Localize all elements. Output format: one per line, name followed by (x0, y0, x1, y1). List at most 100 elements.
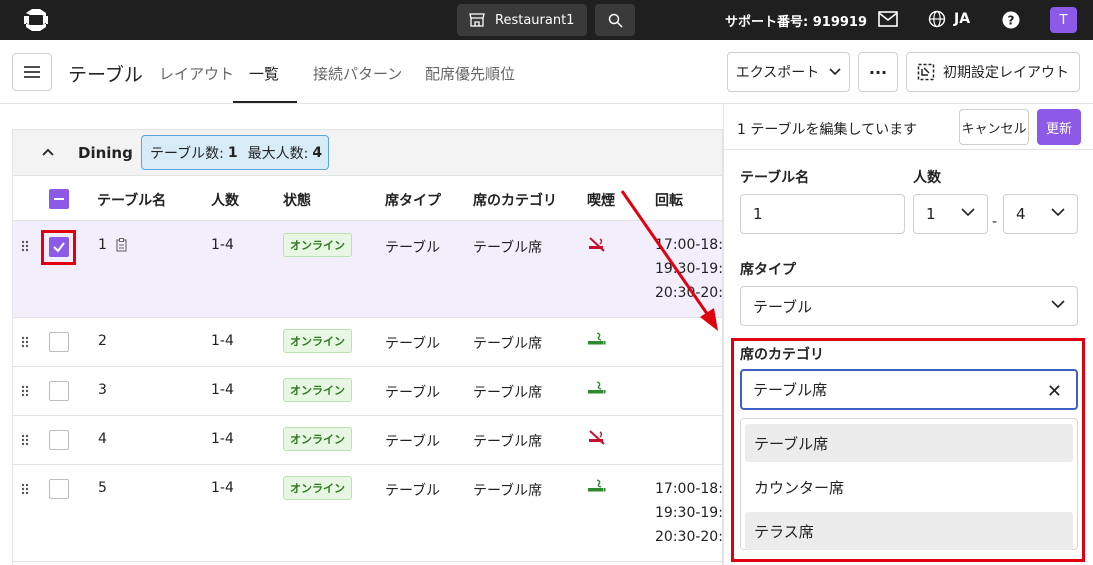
table-capacity: 1-4 (211, 480, 234, 496)
layout-reset-icon (917, 63, 935, 81)
table-list: Dining テーブル数: 1 最大人数: 4 テーブル名 人数 状態 席タイプ… (12, 129, 723, 565)
tab-seating-priority[interactable]: 配席優先順位 (425, 63, 515, 84)
rotation-time: 17:00-18:0 (655, 237, 723, 253)
active-tab-indicator (233, 101, 297, 103)
column-header-category[interactable]: 席のカテゴリ (473, 190, 557, 210)
capacity-max-select[interactable]: 4 (1003, 194, 1078, 234)
cancel-button[interactable]: キャンセル (959, 109, 1029, 145)
smoking-icon (588, 332, 606, 345)
hamburger-icon (24, 66, 40, 78)
drag-handle-icon[interactable] (21, 483, 29, 495)
seat-type-select[interactable]: テーブル (740, 286, 1078, 326)
table-capacity: 1-4 (211, 333, 234, 349)
column-header-name[interactable]: テーブル名 (97, 190, 166, 210)
column-header-seat-type[interactable]: 席タイプ (385, 190, 441, 210)
category-option[interactable]: テラス席 (745, 512, 1073, 550)
table-name-label: テーブル名 (740, 170, 810, 186)
status-badge: オンライン (283, 329, 352, 353)
drag-handle-icon[interactable] (21, 385, 29, 397)
restaurant-selector[interactable]: Restaurant1 (457, 4, 587, 36)
category-combobox[interactable]: テーブル席 ✕ (740, 369, 1078, 410)
column-header-status[interactable]: 状態 (283, 190, 311, 210)
category-value: テーブル席 (753, 381, 828, 399)
hamburger-menu-button[interactable] (12, 53, 52, 91)
table-name-input[interactable]: 1 (740, 194, 905, 234)
seat-type: テーブル (385, 240, 441, 256)
category-option[interactable]: カウンター席 (745, 468, 1073, 506)
row-checkbox[interactable] (49, 332, 69, 352)
editing-status-text: 1 テーブルを編集しています (737, 122, 918, 138)
help-icon[interactable]: ? (1002, 11, 1020, 29)
indeterminate-icon (54, 198, 64, 200)
globe-icon (928, 10, 946, 28)
capacity-min-value: 1 (926, 205, 936, 223)
drag-handle-icon[interactable] (21, 240, 29, 252)
seat-category: テーブル席 (473, 385, 543, 401)
select-all-checkbox[interactable] (49, 189, 69, 209)
column-header-smoking[interactable]: 喫煙 (587, 190, 615, 210)
table-count-value: 1 (227, 144, 238, 161)
status-badge: オンライン (283, 233, 352, 257)
column-header-capacity[interactable]: 人数 (211, 190, 239, 210)
chevron-down-icon (1051, 208, 1065, 217)
language-label: JA (954, 11, 971, 27)
group-summary-badge: テーブル数: 1 最大人数: 4 (141, 135, 329, 170)
table-row[interactable]: 1 1-4 オンライン テーブル テーブル席 17:00-18:0 19:30-… (13, 221, 723, 318)
capacity-min-select[interactable]: 1 (913, 194, 988, 234)
top-bar: Restaurant1 サポート番号: 919919 JA ? T (0, 0, 1093, 40)
tab-connection-pattern[interactable]: 接続パターン (313, 63, 402, 84)
export-button[interactable]: エクスポート (727, 52, 850, 92)
row-checkbox[interactable] (49, 479, 69, 499)
seat-type-label: 席タイプ (740, 262, 796, 278)
table-capacity: 1-4 (211, 237, 234, 253)
tab-list[interactable]: 一覧 (249, 63, 279, 84)
search-icon (608, 13, 623, 28)
drag-handle-icon[interactable] (21, 336, 29, 348)
edit-panel: 1 テーブルを編集しています キャンセル 更新 テーブル名 1 人数 1 - 4… (723, 104, 1093, 565)
category-option[interactable]: テーブル席 (745, 424, 1073, 462)
table-name: 1 (98, 237, 107, 253)
status-badge: オンライン (283, 476, 352, 500)
app-logo-icon[interactable] (22, 7, 50, 33)
table-name: 3 (98, 382, 107, 398)
mail-icon[interactable] (878, 11, 898, 27)
user-avatar[interactable]: T (1050, 7, 1077, 33)
table-count-label: テーブル数: (150, 145, 224, 162)
row-checkbox[interactable] (49, 430, 69, 450)
update-button[interactable]: 更新 (1037, 109, 1081, 145)
category-label: 席のカテゴリ (740, 347, 824, 363)
more-options-button[interactable]: ··· (858, 52, 898, 92)
no-smoking-icon (589, 430, 605, 445)
no-smoking-icon (589, 237, 605, 252)
tab-layout[interactable]: レイアウト (159, 63, 234, 84)
column-header-row: テーブル名 人数 状態 席タイプ 席のカテゴリ 喫煙 回転 (13, 176, 722, 221)
row-checkbox[interactable] (49, 381, 69, 401)
chevron-down-icon (829, 68, 841, 76)
page-header: テーブル レイアウト 一覧 接続パターン 配席優先順位 エクスポート ··· 初… (0, 40, 1093, 104)
group-name: Dining (78, 144, 133, 162)
language-selector[interactable]: JA (928, 10, 970, 28)
table-row[interactable]: 3 1-4 オンライン テーブル テーブル席 (13, 367, 722, 416)
initial-layout-button[interactable]: 初期設定レイアウト (906, 52, 1080, 92)
table-capacity: 1-4 (211, 431, 234, 447)
status-badge: オンライン (283, 378, 352, 402)
support-number: サポート番号: 919919 (725, 15, 867, 30)
rotation-time: 20:30-20:3 (655, 529, 723, 545)
clipboard-icon[interactable] (116, 238, 127, 252)
group-row: Dining テーブル数: 1 最大人数: 4 (13, 130, 722, 176)
column-header-rotation[interactable]: 回転 (655, 190, 683, 210)
table-row[interactable]: 2 1-4 オンライン テーブル テーブル席 (13, 318, 722, 367)
seat-type: テーブル (385, 336, 441, 352)
table-capacity: 1-4 (211, 382, 234, 398)
drag-handle-icon[interactable] (21, 434, 29, 446)
row-checkbox[interactable] (49, 237, 69, 257)
chevron-down-icon (961, 208, 975, 217)
capacity-label: 人数 (913, 170, 941, 186)
checkmark-icon (53, 242, 65, 253)
table-row[interactable]: 4 1-4 オンライン テーブル テーブル席 (13, 416, 722, 465)
clear-icon[interactable]: ✕ (1047, 381, 1062, 402)
chevron-up-icon[interactable] (40, 144, 56, 160)
capacity-max-value: 4 (1016, 205, 1026, 223)
table-row[interactable]: 5 1-4 オンライン テーブル テーブル席 17:00-18:0 19:30-… (13, 465, 723, 562)
search-button[interactable] (595, 4, 635, 36)
